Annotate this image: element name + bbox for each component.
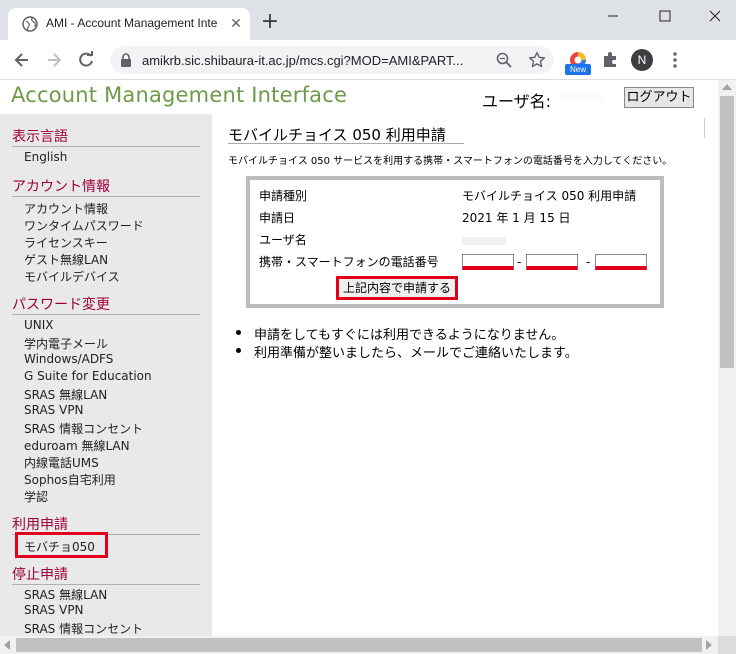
divider [12,584,200,585]
form-value-date: 2021 年 1 月 15 日 [462,211,571,225]
sidebar-heading-language: 表示言語 [12,129,68,145]
page-content: Account Management Interface ユーザ名: ログアウト… [0,80,718,636]
sidebar-item-sras-outlet[interactable]: SRAS 情報コンセント [24,420,143,437]
zoom-icon[interactable] [496,52,512,68]
tab-title: AMI - Account Management Inte [46,16,218,30]
app-title: Account Management Interface [11,83,348,107]
sidebar-item-stop-sras-vpn[interactable]: SRAS VPN [24,603,84,617]
form-label-date: 申請日 [259,211,296,225]
page-title: モバイルチョイス 050 利用申請 [228,126,446,144]
sidebar-item-gakunin[interactable]: 学認 [24,488,48,505]
phone-input-3[interactable] [595,254,647,270]
menu-dots-icon[interactable] [665,50,685,70]
sidebar-item-sophos[interactable]: Sophos自宅利用 [24,471,116,488]
sidebar-item-guest-wlan[interactable]: ゲスト無線LAN [24,251,108,268]
address-bar[interactable]: amikrb.sic.shibaura-it.ac.jp/mcs.cgi?MOD… [110,46,554,74]
submit-application-button[interactable]: 上記内容で申請する [336,276,458,300]
divider [12,314,200,315]
forward-arrow-icon[interactable] [44,50,64,70]
phone-separator: - [517,255,522,269]
sidebar-item-stop-sras-outlet[interactable]: SRAS 情報コンセント [24,620,143,636]
sidebar-item-eduroam[interactable]: eduroam 無線LAN [24,437,130,454]
title-underline [228,143,464,144]
highlight-box-sidebar [15,532,108,558]
sidebar-item-mobile-device[interactable]: モバイルデバイス [24,268,120,285]
sidebar-item-sras-vpn[interactable]: SRAS VPN [24,403,84,417]
page-description: モバイルチョイス 050 サービスを利用する携帯・スマートフォンの電話番号を入力… [228,156,673,167]
browser-tab[interactable]: AMI - Account Management Inte ✕ [8,8,250,40]
lock-icon[interactable] [120,53,132,67]
phone-input-2[interactable] [526,254,578,270]
scroll-right-arrow-icon[interactable] [706,640,712,650]
scrollbar-corner [718,636,736,654]
username-redacted [462,237,506,245]
divider [12,196,200,197]
divider [704,118,705,138]
phone-input-1[interactable] [462,254,514,270]
sidebar-item-otp[interactable]: ワンタイムパスワード [24,217,144,234]
bookmark-star-icon[interactable] [528,51,546,69]
sidebar-item-english[interactable]: English [24,150,67,164]
new-tab-icon[interactable]: + [260,11,280,33]
close-tab-icon[interactable]: ✕ [228,16,244,32]
sidebar-item-windows-adfs[interactable]: Windows/ADFS [24,352,113,366]
browser-toolbar: amikrb.sic.shibaura-it.ac.jp/mcs.cgi?MOD… [0,40,736,80]
reload-icon[interactable] [76,50,96,70]
browser-tab-bar: AMI - Account Management Inte ✕ + [0,0,736,40]
sidebar-item-stop-sras-wlan[interactable]: SRAS 無線LAN [24,586,107,603]
user-label: ユーザ名: [482,92,552,111]
maximize-icon[interactable] [650,6,680,26]
vertical-scroll-thumb[interactable] [720,96,734,368]
sidebar-heading-account-info: アカウント情報 [12,179,110,195]
main-content: モバイルチョイス 050 利用申請 モバイルチョイス 050 サービスを利用する… [212,114,718,636]
sidebar-heading-application: 利用申請 [12,517,68,533]
form-value-type: モバイルチョイス 050 利用申請 [462,189,637,203]
new-badge: New [565,64,591,75]
horizontal-scroll-thumb[interactable] [16,638,702,652]
sidebar-item-license-key[interactable]: ライセンスキー [24,234,108,251]
form-label-type: 申請種別 [259,189,308,203]
sidebar-item-unix[interactable]: UNIX [24,318,54,332]
form-label-username: ユーザ名 [259,233,307,247]
bullet-icon [236,348,241,353]
sidebar-item-account-info[interactable]: アカウント情報 [24,200,108,217]
sidebar-item-campus-mail[interactable]: 学内電子メール [24,335,108,352]
sidebar-heading-password: パスワード変更 [12,297,110,313]
close-window-icon[interactable] [700,6,730,26]
logout-button[interactable]: ログアウト [624,87,694,108]
user-name-redacted [560,94,604,100]
sidebar-item-gsuite[interactable]: G Suite for Education [24,369,152,383]
bullet-icon [236,330,241,335]
sidebar: 表示言語 English アカウント情報 アカウント情報 ワンタイムパスワード … [0,114,212,636]
url-text: amikrb.sic.shibaura-it.ac.jp/mcs.cgi?MOD… [142,53,464,68]
globe-icon [22,16,38,32]
sidebar-item-ums[interactable]: 内線電話UMS [24,454,99,471]
extensions-puzzle-icon[interactable] [601,51,619,69]
back-arrow-icon[interactable] [12,50,32,70]
scroll-left-arrow-icon[interactable] [4,640,10,650]
form-label-phone: 携帯・スマートフォンの電話番号 [259,255,439,269]
sidebar-item-sras-wlan[interactable]: SRAS 無線LAN [24,386,107,403]
scroll-up-arrow-icon[interactable] [722,84,732,90]
sidebar-heading-suspension: 停止申請 [12,567,68,583]
minimize-icon[interactable] [598,6,628,26]
page-header: Account Management Interface ユーザ名: ログアウト [0,80,718,114]
phone-separator: - [586,255,591,269]
divider [12,146,200,147]
application-form: 申請種別 モバイルチョイス 050 利用申請 申請日 2021 年 1 月 15… [246,176,664,308]
profile-avatar[interactable]: N [631,49,653,71]
